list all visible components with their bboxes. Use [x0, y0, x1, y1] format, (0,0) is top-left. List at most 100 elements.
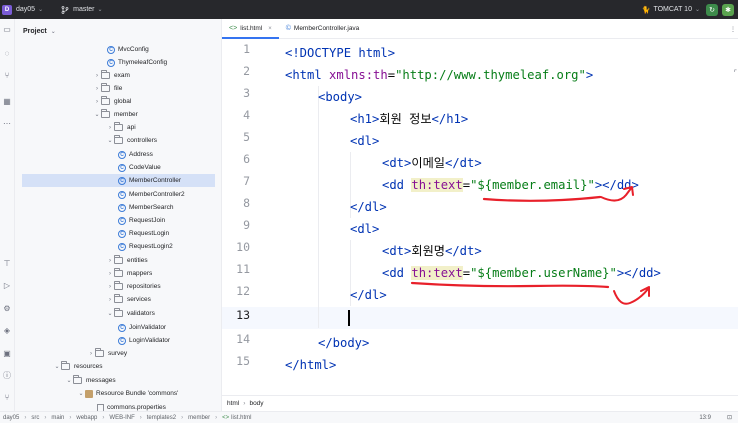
more-icon[interactable]: ⋯: [2, 119, 12, 129]
line-number: 10: [236, 240, 250, 254]
tool-window-strip: ▭ ◌ ⑂ ▦ ⋯ ⊤ ▷ ⚙ ◈ ▣ ⓘ ⑂: [0, 19, 15, 411]
chevron-right-icon[interactable]: ›: [93, 86, 101, 92]
tree-item[interactable]: › survey: [15, 347, 215, 360]
tab-list-html[interactable]: <> list.html ×: [222, 19, 279, 39]
status-path-item[interactable]: webapp: [76, 415, 97, 421]
tree-item[interactable]: ⌄ member: [15, 108, 215, 121]
run-icon[interactable]: ▷: [2, 281, 12, 291]
tree-item[interactable]: C MvcConfig: [15, 43, 215, 56]
code-line: <!DOCTYPE html>: [285, 46, 396, 60]
chevron-down-icon: ⌄: [97, 7, 103, 13]
properties-file-icon: [97, 403, 104, 411]
commit-icon[interactable]: ◌: [2, 49, 12, 59]
tree-item[interactable]: C RequestJoin: [15, 214, 215, 227]
run-configuration-selector[interactable]: 🐈 TOMCAT 10 ⌄: [642, 6, 700, 14]
more-tabs-icon[interactable]: ⋮: [730, 19, 738, 39]
breadcrumb-item[interactable]: body: [249, 400, 263, 407]
problems-icon[interactable]: ⓘ: [2, 371, 12, 381]
tree-item[interactable]: C ThymeleafConfig: [15, 56, 215, 69]
tree-item[interactable]: ⌄ resources: [15, 360, 215, 373]
tree-item[interactable]: › mappers: [15, 267, 215, 280]
project-panel-header[interactable]: Project ⌄: [15, 19, 221, 43]
chevron-down-icon[interactable]: ⌄: [106, 137, 114, 144]
tree-item[interactable]: C Address: [15, 148, 215, 161]
project-panel-title: Project: [23, 27, 47, 35]
tree-item[interactable]: commons.properties: [15, 401, 215, 411]
chevron-down-icon[interactable]: ⌄: [53, 363, 61, 370]
resource-bundle-icon: [85, 389, 93, 398]
status-path-item[interactable]: templates2: [147, 415, 176, 421]
tab-member-controller[interactable]: © MemberController.java: [279, 19, 367, 38]
rerun-button[interactable]: ↻: [706, 3, 718, 16]
chevron-down-icon[interactable]: ⌄: [65, 377, 73, 384]
folder-icon[interactable]: ▭: [2, 25, 12, 35]
class-icon: C: [118, 190, 126, 199]
structure-icon[interactable]: ▦: [2, 97, 12, 107]
status-path-item[interactable]: member: [188, 415, 210, 421]
tree-item[interactable]: › global: [15, 95, 215, 108]
class-icon: C: [118, 242, 126, 251]
code-line: </dl>: [350, 288, 387, 302]
chevron-right-icon[interactable]: ›: [106, 284, 114, 290]
tree-item[interactable]: ⌄ controllers: [15, 134, 215, 147]
chevron-down-icon[interactable]: ⌄: [106, 310, 114, 317]
layers-icon[interactable]: ◈: [2, 326, 12, 336]
cursor-position[interactable]: 13:9: [699, 415, 711, 421]
tree-item[interactable]: C LoginValidator: [15, 334, 215, 347]
close-icon[interactable]: ×: [268, 26, 272, 32]
status-path-item[interactable]: main: [51, 415, 64, 421]
status-path-item[interactable]: WEB-INF: [109, 415, 134, 421]
branch-switcher[interactable]: master ⌄: [61, 5, 103, 14]
chevron-right-icon[interactable]: ›: [93, 99, 101, 105]
tree-item[interactable]: › entities: [15, 254, 215, 267]
project-switcher[interactable]: D day05 ⌄: [2, 4, 43, 15]
line-number: 3: [243, 86, 250, 100]
breadcrumb-separator: ›: [243, 400, 246, 407]
vcs-icon[interactable]: ⑂: [2, 71, 12, 81]
status-path-item[interactable]: src: [31, 415, 39, 421]
code-line: <body>: [318, 90, 363, 104]
class-icon: C: [118, 176, 126, 185]
debug-button[interactable]: ✱: [722, 3, 734, 16]
tree-item[interactable]: ⌄ messages: [15, 374, 215, 387]
chevron-right-icon[interactable]: ›: [106, 297, 114, 303]
tree-item[interactable]: › services: [15, 293, 215, 306]
chevron-down-icon[interactable]: ⌄: [77, 390, 85, 397]
folder-icon: [73, 375, 82, 384]
editor-tabs: <> list.html × © MemberController.java ⋮: [222, 19, 738, 39]
code-line: </dl>: [350, 200, 387, 214]
editor-marker-icon[interactable]: ⌜: [734, 69, 737, 77]
tab-label: list.html: [240, 25, 263, 32]
tree-item[interactable]: C MemberController2: [15, 188, 215, 201]
build-icon[interactable]: ⊤: [2, 259, 12, 269]
class-icon: C: [118, 323, 126, 332]
tree-item[interactable]: C JoinValidator: [15, 321, 215, 334]
tree-item[interactable]: › file: [15, 82, 215, 95]
chevron-down-icon[interactable]: ⌄: [93, 111, 101, 118]
tree-item[interactable]: C MemberSearch: [15, 201, 215, 214]
chevron-right-icon[interactable]: ›: [106, 258, 114, 264]
breadcrumb-item[interactable]: html: [227, 400, 239, 407]
tree-item[interactable]: C CodeValue: [15, 161, 215, 174]
tree-item[interactable]: › repositories: [15, 280, 215, 293]
git-icon[interactable]: ⑂: [2, 393, 12, 403]
tree-item[interactable]: › api: [15, 121, 215, 134]
chevron-right-icon[interactable]: ›: [87, 351, 95, 357]
terminal-icon[interactable]: ▣: [2, 349, 12, 359]
tree-item[interactable]: › exam: [15, 69, 215, 82]
tree-item-selected[interactable]: C MemberController: [22, 174, 215, 187]
project-badge: D: [2, 4, 12, 15]
tree-item[interactable]: C RequestLogin2: [15, 240, 215, 253]
services-icon[interactable]: ⚙: [2, 304, 12, 314]
chevron-right-icon[interactable]: ›: [106, 125, 114, 131]
tree-item[interactable]: ⌄ validators: [15, 307, 215, 320]
chevron-right-icon[interactable]: ›: [106, 271, 114, 277]
tree-item[interactable]: C RequestLogin: [15, 227, 215, 240]
tree-item[interactable]: ⌄ Resource Bundle 'commons': [15, 387, 215, 400]
status-path-item[interactable]: day05: [3, 415, 19, 421]
status-more-icon[interactable]: ⊡: [727, 414, 732, 421]
underline-email-annotation: [482, 195, 602, 202]
status-path-item[interactable]: list.html: [231, 415, 251, 421]
chevron-right-icon[interactable]: ›: [93, 73, 101, 79]
line-number: 1: [243, 42, 250, 56]
